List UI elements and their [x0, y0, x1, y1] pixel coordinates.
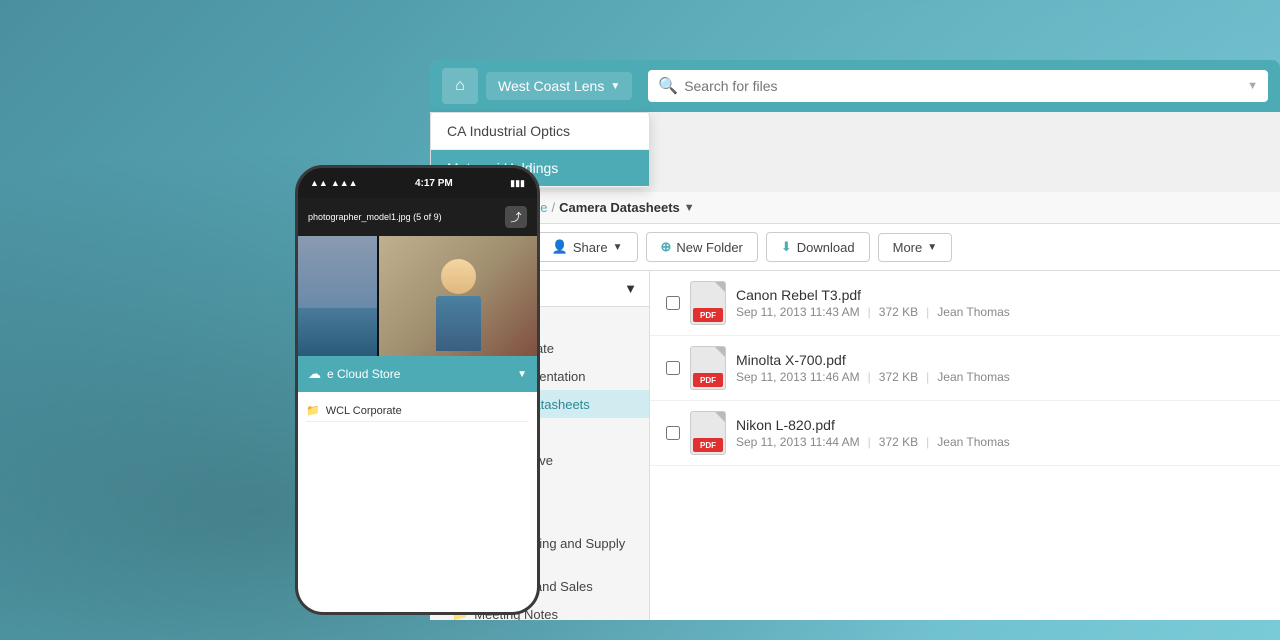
photo-filename: photographer_model1.jpg (5 of 9) — [308, 212, 505, 222]
file-name-2[interactable]: Minolta X-700.pdf — [736, 352, 1264, 368]
file-size-2: 372 KB — [879, 370, 918, 384]
file-date-1: Sep 11, 2013 11:43 AM — [736, 305, 860, 319]
share-chevron-icon: ▼ — [613, 242, 623, 253]
phone-app-icon: ☁ — [308, 366, 321, 382]
pdf-icon-3: PDF — [690, 411, 726, 455]
file-size-1: 372 KB — [879, 305, 918, 319]
file-info-2: Minolta X-700.pdf Sep 11, 2013 11:46 AM … — [736, 352, 1264, 384]
phone-app-content: ☁ e Cloud Store ▼ 📁 WCL Corporate — [298, 356, 537, 612]
toolbar: ↑ Upload 👤 Share ▼ ⊕ New Folder ⬇ Downlo… — [430, 224, 1280, 271]
battery-icon: ▮▮▮ — [510, 178, 525, 189]
phone-photo-strip — [298, 236, 537, 356]
file-meta-1: Sep 11, 2013 11:43 AM | 372 KB | Jean Th… — [736, 305, 1264, 319]
file-author-2: Jean Thomas — [937, 370, 1010, 384]
phone-app-title: e Cloud Store — [327, 367, 400, 381]
phone-list-item[interactable]: 📁 WCL Corporate — [306, 400, 529, 422]
org-name: West Coast Lens — [498, 78, 604, 94]
home-icon: ⌂ — [455, 77, 465, 95]
file-info-1: Canon Rebel T3.pdf Sep 11, 2013 11:43 AM… — [736, 287, 1264, 319]
phone-status-bar: ▲▲ ▲▲▲ 4:17 PM ▮▮▮ — [298, 168, 537, 198]
home-button[interactable]: ⌂ — [442, 68, 478, 104]
phone-photo-header: photographer_model1.jpg (5 of 9) ⤴ — [298, 198, 537, 236]
phone-signal-icons: ▲▲ ▲▲▲ — [310, 178, 358, 188]
new-folder-icon: ⊕ — [661, 239, 672, 255]
file-name-1[interactable]: Canon Rebel T3.pdf — [736, 287, 1264, 303]
file-author-3: Jean Thomas — [937, 435, 1010, 449]
file-checkbox-3[interactable] — [666, 426, 680, 440]
phone-battery-icons: ▮▮▮ — [510, 178, 525, 189]
laptop-frame: ⌂ West Coast Lens ▼ 🔍 ▼ CA Industrial Op… — [430, 60, 1280, 620]
more-chevron-icon: ▼ — [927, 242, 937, 253]
phone-screen: photographer_model1.jpg (5 of 9) ⤴ — [298, 198, 537, 612]
new-folder-button[interactable]: ⊕ New Folder — [646, 232, 758, 262]
file-author-1: Jean Thomas — [937, 305, 1010, 319]
file-checkbox-1[interactable] — [666, 296, 680, 310]
file-list: PDF Canon Rebel T3.pdf Sep 11, 2013 11:4… — [650, 271, 1280, 620]
more-button[interactable]: More ▼ — [878, 233, 953, 262]
org-menu-item-ca[interactable]: CA Industrial Optics — [431, 113, 649, 150]
share-icon-phone: ⤴ — [511, 209, 522, 225]
phone-time: 4:17 PM — [415, 178, 453, 189]
pdf-icon-1: PDF — [690, 281, 726, 325]
search-dropdown-icon[interactable]: ▼ — [1247, 80, 1258, 92]
org-selector[interactable]: West Coast Lens ▼ — [486, 72, 632, 100]
app-header: ⌂ West Coast Lens ▼ 🔍 ▼ — [430, 60, 1280, 112]
phone-file-list-placeholder: 📁 WCL Corporate — [298, 392, 537, 430]
file-meta-3: Sep 11, 2013 11:44 AM | 372 KB | Jean Th… — [736, 435, 1264, 449]
pdf-icon-2: PDF — [690, 346, 726, 390]
search-box: 🔍 ▼ — [648, 70, 1268, 102]
file-size-3: 372 KB — [879, 435, 918, 449]
photo-thumb-featured — [379, 236, 537, 356]
signal-icon: ▲▲▲ — [331, 178, 358, 188]
file-meta-2: Sep 11, 2013 11:46 AM | 372 KB | Jean Th… — [736, 370, 1264, 384]
file-info-3: Nikon L-820.pdf Sep 11, 2013 11:44 AM | … — [736, 417, 1264, 449]
phone-frame: ▲▲ ▲▲▲ 4:17 PM ▮▮▮ photographer_model1.j… — [295, 165, 540, 615]
table-row: PDF Nikon L-820.pdf Sep 11, 2013 11:44 A… — [650, 401, 1280, 466]
breadcrumb-dropdown-icon[interactable]: ▼ — [684, 202, 695, 214]
file-date-3: Sep 11, 2013 11:44 AM — [736, 435, 860, 449]
file-date-2: Sep 11, 2013 11:46 AM — [736, 370, 860, 384]
share-button[interactable]: 👤 Share ▼ — [537, 232, 638, 262]
main-content: e Cloud Store ▼ ared 📁 WCL Corporate 📁 B… — [430, 271, 1280, 620]
download-button[interactable]: ⬇ Download — [766, 232, 870, 262]
file-checkbox-2[interactable] — [666, 361, 680, 375]
share-button-phone[interactable]: ⤴ — [505, 206, 527, 228]
search-icon: 🔍 — [658, 76, 678, 96]
sidebar-dropdown-icon: ▼ — [624, 281, 637, 296]
file-name-3[interactable]: Nikon L-820.pdf — [736, 417, 1264, 433]
laptop-screen: ⌂ West Coast Lens ▼ 🔍 ▼ CA Industrial Op… — [430, 60, 1280, 620]
search-input[interactable] — [684, 78, 1241, 94]
phone-folder-icon: 📁 — [306, 404, 320, 417]
share-icon: 👤 — [552, 239, 568, 255]
phone-app-dropdown[interactable]: ▼ — [517, 369, 527, 380]
breadcrumb-bar: / WCL Corporate / Camera Datasheets ▼ — [430, 192, 1280, 224]
table-row: PDF Canon Rebel T3.pdf Sep 11, 2013 11:4… — [650, 271, 1280, 336]
org-dropdown-icon: ▼ — [610, 81, 620, 92]
wifi-icon: ▲▲ — [310, 178, 328, 188]
photo-thumb-1 — [298, 236, 377, 356]
table-row: PDF Minolta X-700.pdf Sep 11, 2013 11:46… — [650, 336, 1280, 401]
breadcrumb-sep: / — [551, 200, 555, 215]
breadcrumb-current: Camera Datasheets — [559, 200, 680, 215]
download-icon: ⬇ — [781, 239, 792, 255]
